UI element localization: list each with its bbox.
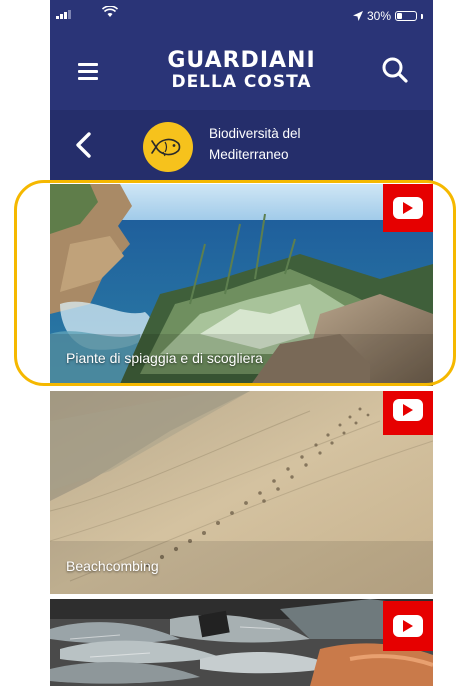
brand-line-1: GUARDIANI xyxy=(167,48,316,73)
brand-line-2: DELLA COSTA xyxy=(171,72,312,92)
video-card-plants[interactable]: Piante di spiaggia e di scogliera xyxy=(50,184,433,386)
location-arrow-icon xyxy=(352,11,363,21)
search-icon[interactable] xyxy=(381,56,409,84)
video-card-fish-market[interactable] xyxy=(50,599,433,686)
video-card-beachcombing[interactable]: Beachcombing xyxy=(50,391,433,594)
youtube-icon xyxy=(383,391,433,435)
category-title: Biodiversità del Mediterraneo xyxy=(209,123,329,165)
phone-screen: 30% GUARDIANI DELLA COSTA Biodiversità d… xyxy=(50,0,433,686)
category-badge xyxy=(143,122,193,172)
battery-percent: 30% xyxy=(366,9,391,23)
battery-icon xyxy=(395,11,417,21)
video-title: Piante di spiaggia e di scogliera xyxy=(66,350,263,366)
back-chevron-icon[interactable] xyxy=(70,130,100,160)
status-bar: 30% xyxy=(50,0,433,36)
category-title-line-1: Biodiversità del xyxy=(209,126,301,141)
wifi-icon xyxy=(102,6,118,17)
battery-fill xyxy=(397,13,402,19)
fish-icon xyxy=(151,138,181,157)
fish-market-thumbnail xyxy=(50,599,433,686)
app-header: GUARDIANI DELLA COSTA xyxy=(50,36,433,110)
youtube-icon xyxy=(383,601,433,651)
signal-icon xyxy=(56,10,71,19)
battery-tip xyxy=(421,13,423,19)
youtube-icon xyxy=(383,184,433,232)
brand-logo: GUARDIANI DELLA COSTA xyxy=(50,50,433,91)
category-header: Biodiversità del Mediterraneo xyxy=(50,110,433,182)
category-title-line-2: Mediterraneo xyxy=(209,147,289,162)
video-title: Beachcombing xyxy=(66,558,159,574)
